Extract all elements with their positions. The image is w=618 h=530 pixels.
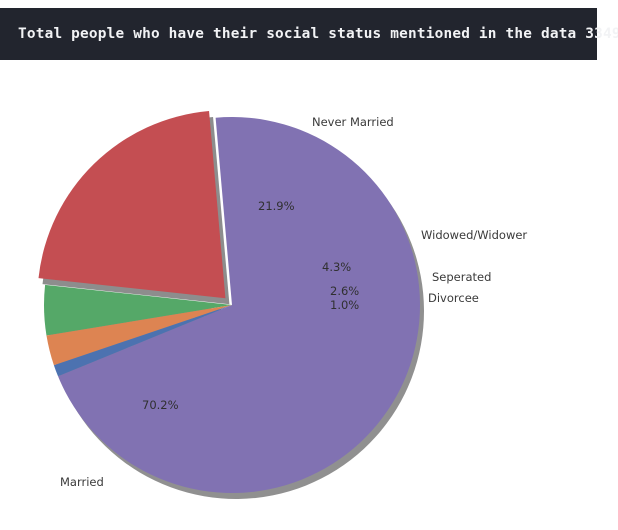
title-banner: Total people who have their social statu…: [0, 8, 618, 60]
pie-label-married: Married: [60, 475, 104, 489]
pie-label-seperated: Seperated: [432, 270, 492, 284]
pie-percent-married: 70.2%: [142, 398, 179, 412]
pie-percent-widowed-widower: 4.3%: [322, 260, 352, 274]
page-title: Total people who have their social statu…: [18, 26, 618, 42]
pie-percent-divorcee: 1.0%: [330, 298, 360, 312]
pie-label-widowed-widower: Widowed/Widower: [421, 228, 528, 242]
pie-label-never-married: Never Married: [312, 115, 394, 129]
pie-slice-never-married[interactable]: [38, 111, 226, 299]
pie-chart-figure: Never Married Widowed/Widower Seperated …: [0, 60, 618, 530]
pie-chart-svg: [38, 111, 425, 500]
pie-percent-never-married: 21.9%: [258, 199, 295, 213]
pie-label-divorcee: Divorcee: [428, 291, 479, 305]
pie-percent-seperated: 2.6%: [330, 284, 360, 298]
